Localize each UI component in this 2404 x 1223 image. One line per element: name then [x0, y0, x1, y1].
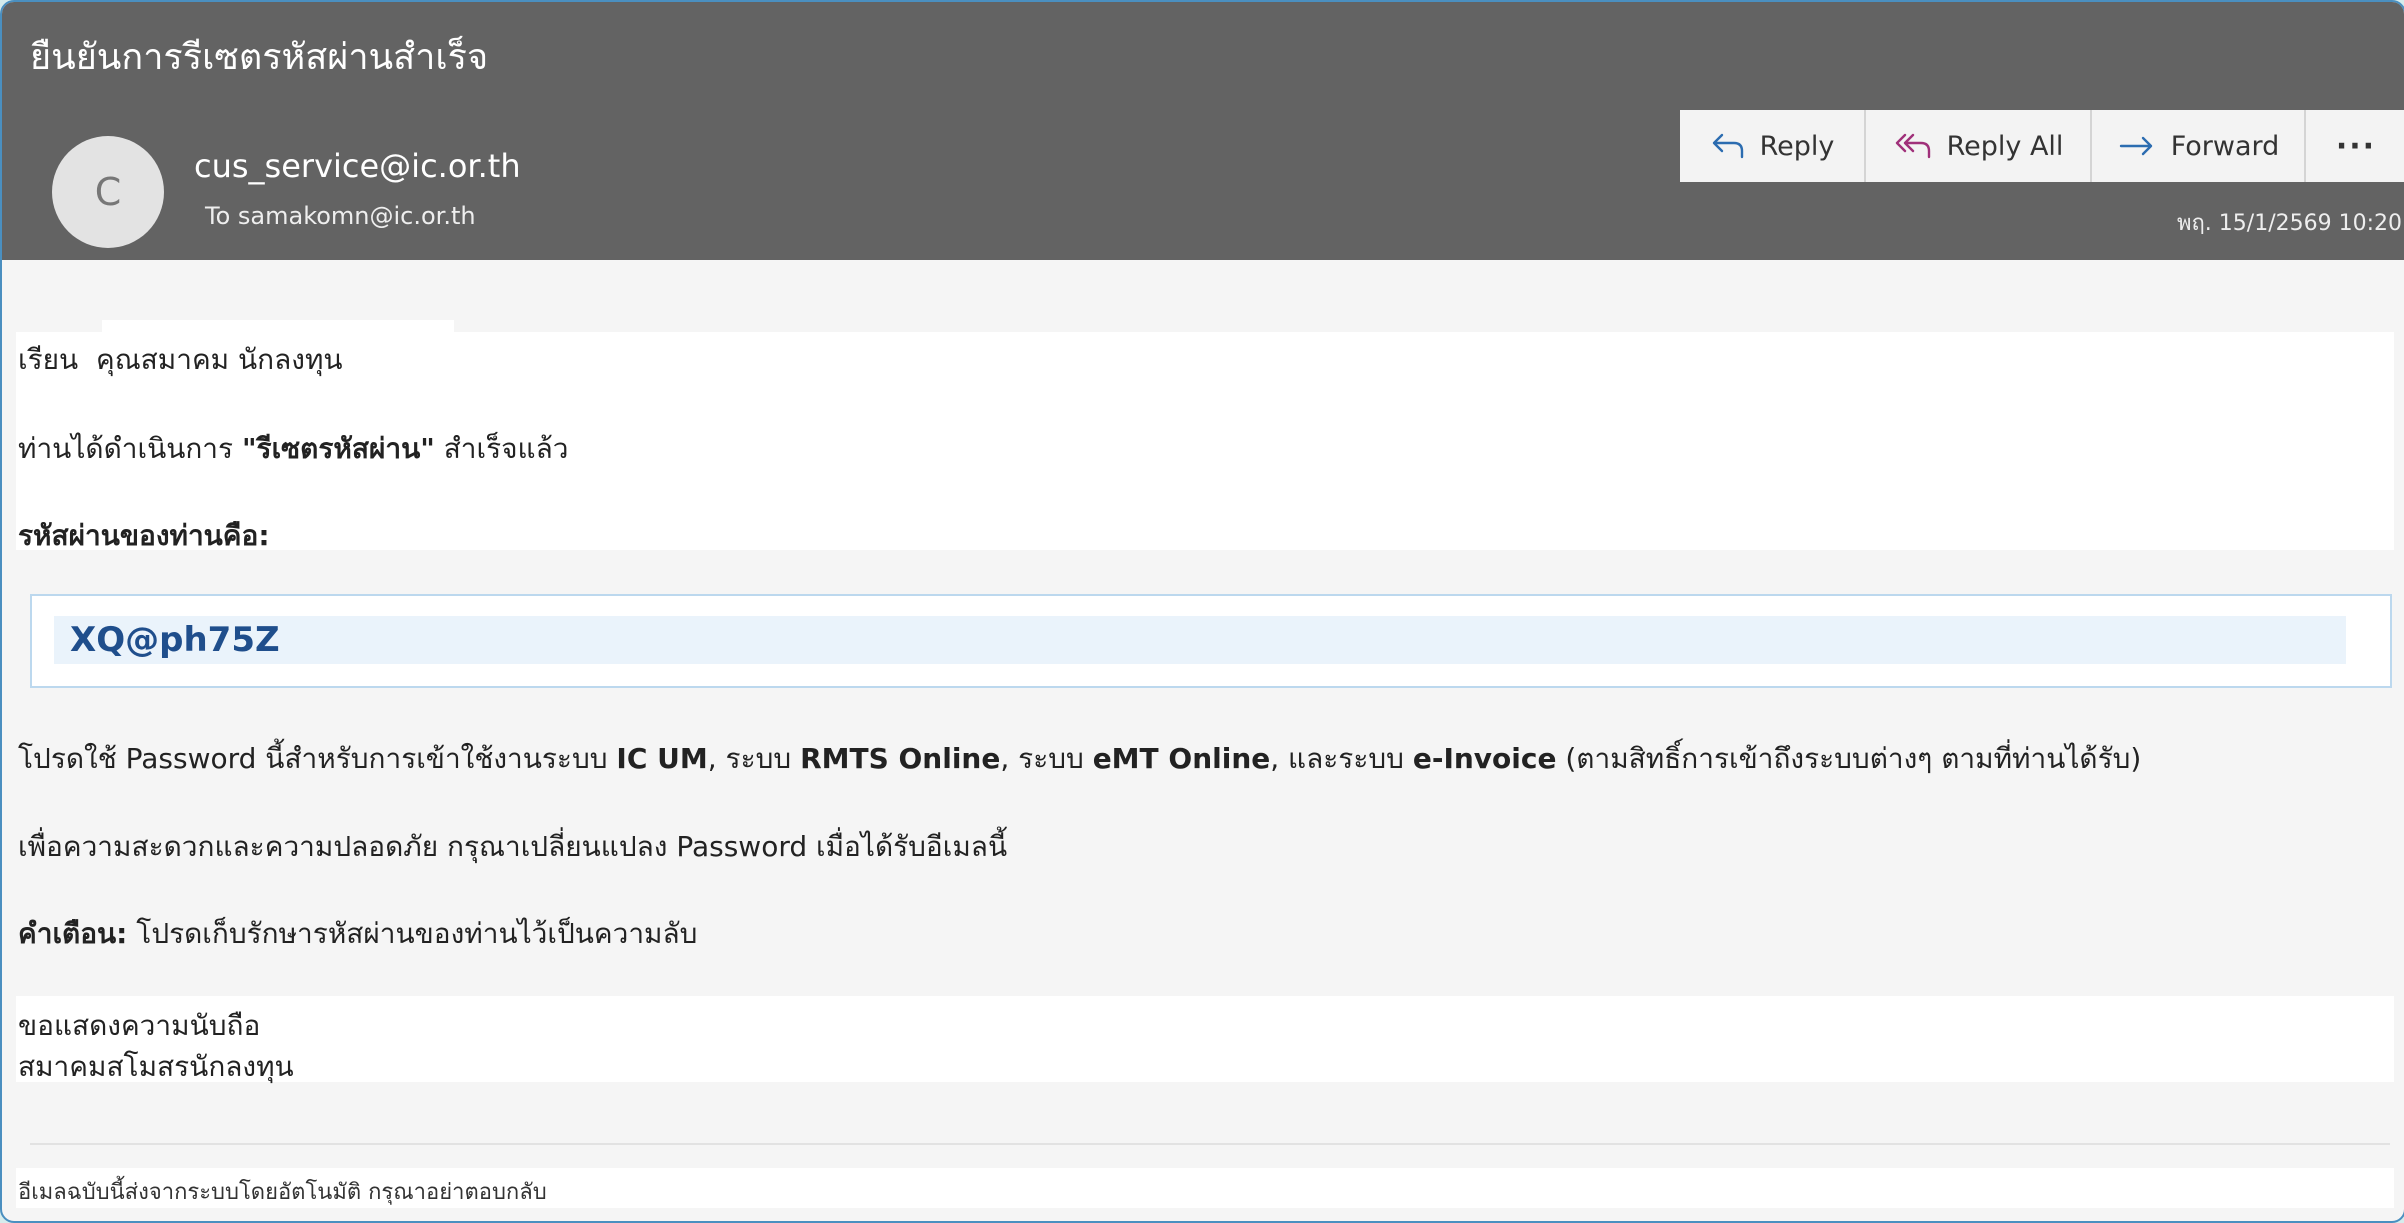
usage-text-3: , ระบบ: [1000, 742, 1093, 775]
system-rmts-online: RMTS Online: [800, 742, 1001, 775]
greeting-prefix: เรียน: [18, 343, 79, 376]
forward-arrow-icon: [2117, 134, 2157, 158]
usage-text-1: โปรดใช้ Password นี้สำหรับการเข้าใช้งานร…: [18, 742, 617, 775]
email-subject: ยืนยันการรีเซตรหัสผ่านสำเร็จ: [30, 37, 489, 78]
email-header: ยืนยันการรีเซตรหัสผ่านสำเร็จ C cus_servi…: [2, 2, 2404, 260]
system-emt-online: eMT Online: [1092, 742, 1271, 775]
footer-divider: [30, 1143, 2390, 1145]
signature-band: [16, 996, 2394, 1082]
closing-line: ขอแสดงความนับถือ: [18, 1009, 261, 1042]
password-value[interactable]: XQ@ph75Z: [70, 620, 280, 660]
sent-timestamp: พฤ. 15/1/2569 10:20: [2176, 211, 2402, 236]
usage-text-4: , และระบบ: [1270, 742, 1413, 775]
reply-label: Reply: [1759, 130, 1835, 162]
reset-text-pre: ท่านได้ดำเนินการ: [18, 432, 242, 465]
usage-line: โปรดใช้ Password นี้สำหรับการเข้าใช้งานร…: [18, 737, 2141, 781]
auto-sent-notice: อีเมลฉบับนี้ส่งจากระบบโดยอัตโนมัติ กรุณา…: [18, 1180, 547, 1205]
forward-label: Forward: [2170, 130, 2280, 162]
warning-text: โปรดเก็บรักษารหัสผ่านของท่านไว้เป็นความล…: [127, 917, 698, 950]
password-label: รหัสผ่านของท่านคือ:: [18, 519, 270, 552]
forward-button[interactable]: Forward: [2092, 110, 2306, 182]
sender-address[interactable]: cus_service@ic.or.th: [194, 147, 521, 185]
warning-line: คำเตือน: โปรดเก็บรักษารหัสผ่านของท่านไว้…: [18, 912, 697, 956]
reset-text-bold: "รีเซตรหัสผ่าน": [241, 432, 435, 465]
reply-all-icon: [1893, 131, 1933, 161]
reply-button[interactable]: Reply: [1680, 110, 1866, 182]
system-e-invoice: e-Invoice: [1412, 742, 1557, 775]
email-window: ยืนยันการรีเซตรหัสผ่านสำเร็จ C cus_servi…: [0, 0, 2404, 1223]
password-box: XQ@ph75Z: [30, 594, 2392, 688]
reply-icon: [1710, 131, 1746, 161]
more-options-button[interactable]: ···: [2306, 110, 2404, 182]
usage-text-5: (ตามสิทธิ์การเข้าถึงระบบต่างๆ ตามที่ท่าน…: [1556, 742, 2142, 775]
reset-text-post: สำเร็จแล้ว: [434, 432, 569, 465]
recipient-line: To samakomn@ic.or.th: [205, 202, 476, 230]
system-ic-um: IC UM: [616, 742, 708, 775]
signature-line: สมาคมสโมสรนักลงทุน: [18, 1050, 294, 1083]
warning-label: คำเตือน:: [18, 917, 128, 950]
usage-text-2: , ระบบ: [707, 742, 801, 775]
greeting-line: เรียน คุณสมาคม นักลงทุน: [18, 338, 343, 382]
greeting-name: คุณสมาคม นักลงทุน: [95, 343, 343, 376]
message-actions: Reply Reply All Forward ···: [1680, 110, 2404, 182]
reply-all-button[interactable]: Reply All: [1866, 110, 2092, 182]
sender-avatar[interactable]: C: [52, 136, 164, 248]
reset-confirmation-line: ท่านได้ดำเนินการ "รีเซตรหัสผ่าน" สำเร็จแ…: [18, 427, 568, 471]
reply-all-label: Reply All: [1946, 130, 2064, 162]
password-highlight: [54, 616, 2346, 664]
change-password-advice: เพื่อความสะดวกและความปลอดภัย กรุณาเปลี่ย…: [18, 830, 1008, 863]
